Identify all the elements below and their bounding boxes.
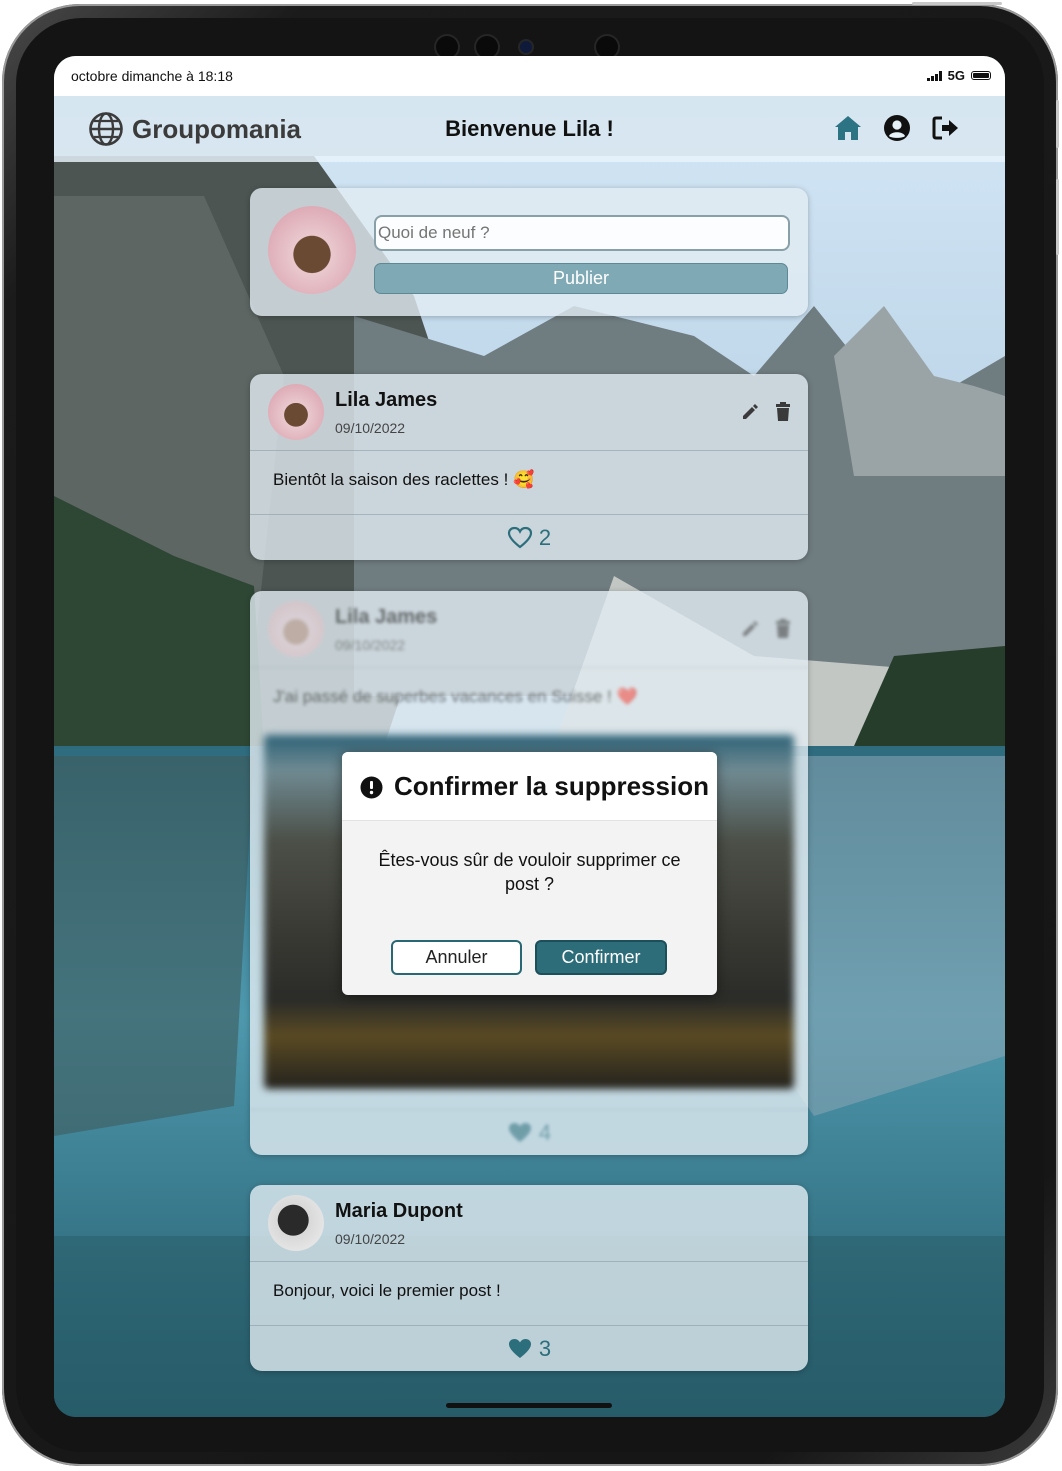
dialog-message: Êtes-vous sûr de vouloir supprimer ce po… (378, 850, 681, 894)
dialog-title: Confirmer la suppression (394, 771, 709, 801)
post-text: Bonjour, voici le premier post ! (273, 1281, 501, 1300)
alert-circle-icon (360, 776, 383, 799)
sensor (436, 36, 458, 58)
like-bar: 4 (250, 1109, 808, 1155)
confirm-button[interactable]: Confirmer (535, 940, 667, 975)
post-header: Maria Dupont 09/10/2022 (250, 1185, 808, 1262)
dialog-header: Confirmer la suppression (342, 752, 717, 821)
compose-card: Publier (250, 188, 808, 316)
top-button (912, 2, 1002, 5)
home-indicator (446, 1403, 612, 1408)
author-avatar (268, 384, 324, 440)
user-avatar (268, 206, 356, 294)
status-indicators: 5G (926, 68, 991, 83)
camera-lens (520, 41, 532, 53)
nav-icons (833, 114, 961, 142)
trash-icon[interactable] (774, 402, 792, 422)
top-navbar: Groupomania Bienvenue Lila ! (54, 96, 1005, 162)
post-text: Bientôt la saison des raclettes ! 🥰 (273, 470, 535, 489)
sensor (596, 36, 618, 58)
heart-outline-icon[interactable] (507, 526, 533, 550)
post-date: 09/10/2022 (335, 420, 406, 436)
author-avatar (268, 1195, 324, 1251)
cancel-button[interactable]: Annuler (391, 940, 522, 975)
heart-filled-icon[interactable] (507, 1337, 533, 1361)
network-type: 5G (947, 68, 965, 83)
like-count: 2 (538, 525, 552, 550)
volume-button (1056, 100, 1059, 148)
status-time: octobre dimanche à 18:18 (71, 68, 233, 84)
edit-pencil-icon[interactable] (740, 619, 760, 639)
logout-icon[interactable] (931, 114, 961, 142)
like-bar: 2 (250, 514, 808, 560)
post-author: Lila James (335, 389, 438, 411)
compose-input[interactable] (374, 215, 790, 251)
post-actions (740, 402, 792, 422)
user-circle-icon[interactable] (883, 114, 911, 142)
post-author: Maria Dupont (335, 1200, 463, 1222)
post-card: Lila James 09/10/2022 Bientôt la saison … (250, 374, 808, 560)
post-header: Lila James 09/10/2022 (250, 591, 808, 668)
heart-filled-icon[interactable] (507, 1121, 533, 1145)
signal-icon (926, 70, 942, 81)
like-bar: 3 (250, 1325, 808, 1371)
status-bar: octobre dimanche à 18:18 5G (54, 56, 1005, 96)
post-author: Lila James (335, 606, 438, 628)
trash-icon[interactable] (774, 619, 792, 639)
post-text: J'ai passé de superbes vacances en Suiss… (273, 687, 638, 706)
confirm-delete-dialog: Confirmer la suppression Êtes-vous sûr d… (342, 752, 717, 995)
edit-pencil-icon[interactable] (740, 402, 760, 422)
app-screen: octobre dimanche à 18:18 5G Groupomania … (54, 56, 1005, 1417)
post-actions (740, 619, 792, 639)
author-avatar (268, 601, 324, 657)
publish-button[interactable]: Publier (374, 263, 788, 294)
post-date: 09/10/2022 (335, 637, 406, 653)
post-header: Lila James 09/10/2022 (250, 374, 808, 451)
post-card: Maria Dupont 09/10/2022 Bonjour, voici l… (250, 1185, 808, 1371)
power-button (1056, 179, 1059, 255)
sensor (476, 36, 498, 58)
battery-icon (971, 71, 991, 80)
like-count: 3 (538, 1336, 552, 1361)
like-count: 4 (538, 1120, 552, 1145)
home-icon[interactable] (833, 114, 863, 142)
post-date: 09/10/2022 (335, 1231, 406, 1247)
